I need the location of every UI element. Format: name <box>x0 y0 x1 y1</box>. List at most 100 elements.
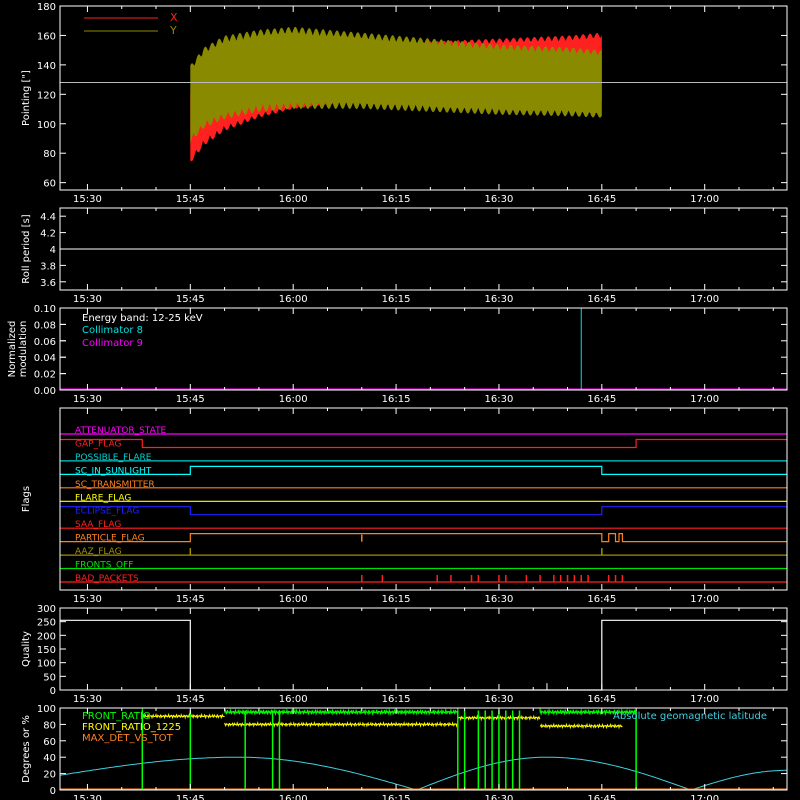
x-tick-label: 16:00 <box>279 594 308 605</box>
x-tick-label: 15:30 <box>73 794 102 800</box>
front-ratio-1225-line <box>142 712 623 730</box>
y-tick-label: 3.6 <box>40 278 56 289</box>
y-tick-label: 0.00 <box>34 386 56 397</box>
y-axis-label: Normalized <box>7 321 18 378</box>
legend-front-ratio: FRONT_RATIO <box>82 711 151 722</box>
x-tick-label: 17:00 <box>690 194 719 205</box>
y-tick-label: 4 <box>50 245 56 256</box>
flag-label-particle-flag: PARTICLE_FLAG <box>75 534 145 544</box>
legend-geomagnetic-latitude: Absolute geomagnetic latitude <box>613 711 767 722</box>
x-tick-label: 16:30 <box>485 594 514 605</box>
y-tick-label: 200 <box>37 631 56 642</box>
x-tick-label: 17:00 <box>690 794 719 800</box>
x-tick-label: 17:00 <box>690 294 719 305</box>
y-tick-label: 100 <box>37 120 56 131</box>
y-tick-label: 250 <box>37 618 56 629</box>
y-tick-label: 4.2 <box>40 229 56 240</box>
y-tick-label: 20 <box>43 770 56 781</box>
x-tick-label: 15:30 <box>73 394 102 405</box>
y-axis-label: Flags <box>21 486 32 512</box>
y-tick-label: 0 <box>50 686 56 697</box>
flag-line-gap-flag <box>60 438 787 449</box>
y-tick-label: 0.04 <box>34 353 56 364</box>
x-tick-label: 16:00 <box>279 394 308 405</box>
flag-label-sc-transmitter: SC_TRANSMITTER <box>75 480 155 490</box>
y-tick-label: 180 <box>37 2 56 13</box>
x-tick-label: 16:45 <box>587 594 616 605</box>
pointing-plot-area <box>60 26 787 162</box>
energy-band-annotation: Energy band: 12-25 keV <box>82 313 203 324</box>
x-tick-label: 16:00 <box>279 794 308 800</box>
quality-line <box>60 619 787 691</box>
x-tick-label: 16:00 <box>279 194 308 205</box>
flag-label-aaz-flag: AAZ_FLAG <box>75 547 122 557</box>
x-tick-label: 16:30 <box>485 794 514 800</box>
x-tick-label: 15:45 <box>176 194 205 205</box>
y-tick-label: 150 <box>37 645 56 656</box>
x-tick-label: 15:30 <box>73 294 102 305</box>
flag-line-particle-flag <box>60 533 787 543</box>
geomagnetic-latitude-line <box>60 756 787 790</box>
x-tick-label: 16:45 <box>587 194 616 205</box>
flag-line-eclipse-flag <box>60 506 787 516</box>
x-tick-label: 16:15 <box>382 594 411 605</box>
x-tick-label: 16:45 <box>587 294 616 305</box>
x-tick-label: 16:00 <box>279 694 308 705</box>
legend-front-ratio-1225: FRONT_RATIO_1225 <box>82 722 181 733</box>
flag-label-fronts-off: FRONTS_OFF <box>75 561 133 571</box>
y-tick-label: 40 <box>43 753 56 764</box>
x-tick-label: 16:45 <box>587 394 616 405</box>
y-axis-label: Degrees or % <box>21 715 32 783</box>
y-tick-label: 0.10 <box>34 304 56 315</box>
y-tick-label: 80 <box>43 149 56 160</box>
flag-label-saa-flag: SAA_FLAG <box>75 520 121 530</box>
flag-label-possible-flare: POSSIBLE_FLARE <box>75 453 152 463</box>
x-tick-label: 15:45 <box>176 594 205 605</box>
y-tick-label: 50 <box>43 672 56 683</box>
x-tick-label: 16:15 <box>382 394 411 405</box>
legend-collimator-8: Collimator 8 <box>82 325 143 336</box>
flag-label-flare-flag: FLARE_FLAG <box>75 493 131 503</box>
y-axis-label: Pointing ["] <box>21 70 32 126</box>
y-tick-label: 100 <box>37 704 56 715</box>
x-tick-label: 17:00 <box>690 394 719 405</box>
x-tick-label: 16:30 <box>485 294 514 305</box>
y-tick-label: 140 <box>37 61 56 72</box>
x-tick-label: 15:45 <box>176 794 205 800</box>
x-tick-label: 17:00 <box>690 594 719 605</box>
flag-label-attenuator-state: ATTENUATOR_STATE <box>75 426 167 436</box>
y-tick-label: 60 <box>43 179 56 190</box>
x-tick-label: 16:30 <box>485 394 514 405</box>
y-tick-label: 4.4 <box>40 212 56 223</box>
y-tick-label: 0.06 <box>34 337 56 348</box>
x-tick-label: 16:15 <box>382 694 411 705</box>
y-axis-label: modulation <box>18 321 29 378</box>
flag-label-bad-packets: BAD_PACKETS <box>75 574 139 584</box>
x-tick-label: 15:45 <box>176 294 205 305</box>
x-tick-label: 15:45 <box>176 694 205 705</box>
x-tick-label: 16:45 <box>587 794 616 800</box>
x-tick-label: 15:45 <box>176 394 205 405</box>
y-tick-label: 100 <box>37 659 56 670</box>
legend-max-det-vs-tot: MAX_DET_VS_TOT <box>82 733 174 744</box>
x-tick-label: 15:30 <box>73 194 102 205</box>
legend-label-y: Y <box>169 24 177 37</box>
hessi-quicklook-figure: XY 15:30 15:45 16:00 16:15 16:30 16:45 17:00 60 8… <box>0 0 800 800</box>
panel-frame <box>59 407 788 591</box>
x-tick-label: 16:15 <box>382 194 411 205</box>
y-tick-label: 120 <box>37 90 56 101</box>
x-tick-label: 15:30 <box>73 594 102 605</box>
x-tick-label: 16:30 <box>485 694 514 705</box>
y-axis-label: Quality <box>21 631 32 667</box>
x-tick-label: 16:15 <box>382 294 411 305</box>
y-axis-label: Roll period [s] <box>21 214 32 283</box>
x-tick-label: 16:15 <box>382 794 411 800</box>
flag-label-gap-flag: GAP_FLAG <box>75 439 121 449</box>
x-tick-label: 16:00 <box>279 294 308 305</box>
y-tick-label: 160 <box>37 31 56 42</box>
y-tick-label: 0 <box>50 786 56 797</box>
flag-label-eclipse-flag: ECLIPSE_FLAG <box>75 507 139 517</box>
y-tick-label: 80 <box>43 720 56 731</box>
x-tick-label: 17:00 <box>690 694 719 705</box>
x-tick-label: 15:30 <box>73 694 102 705</box>
